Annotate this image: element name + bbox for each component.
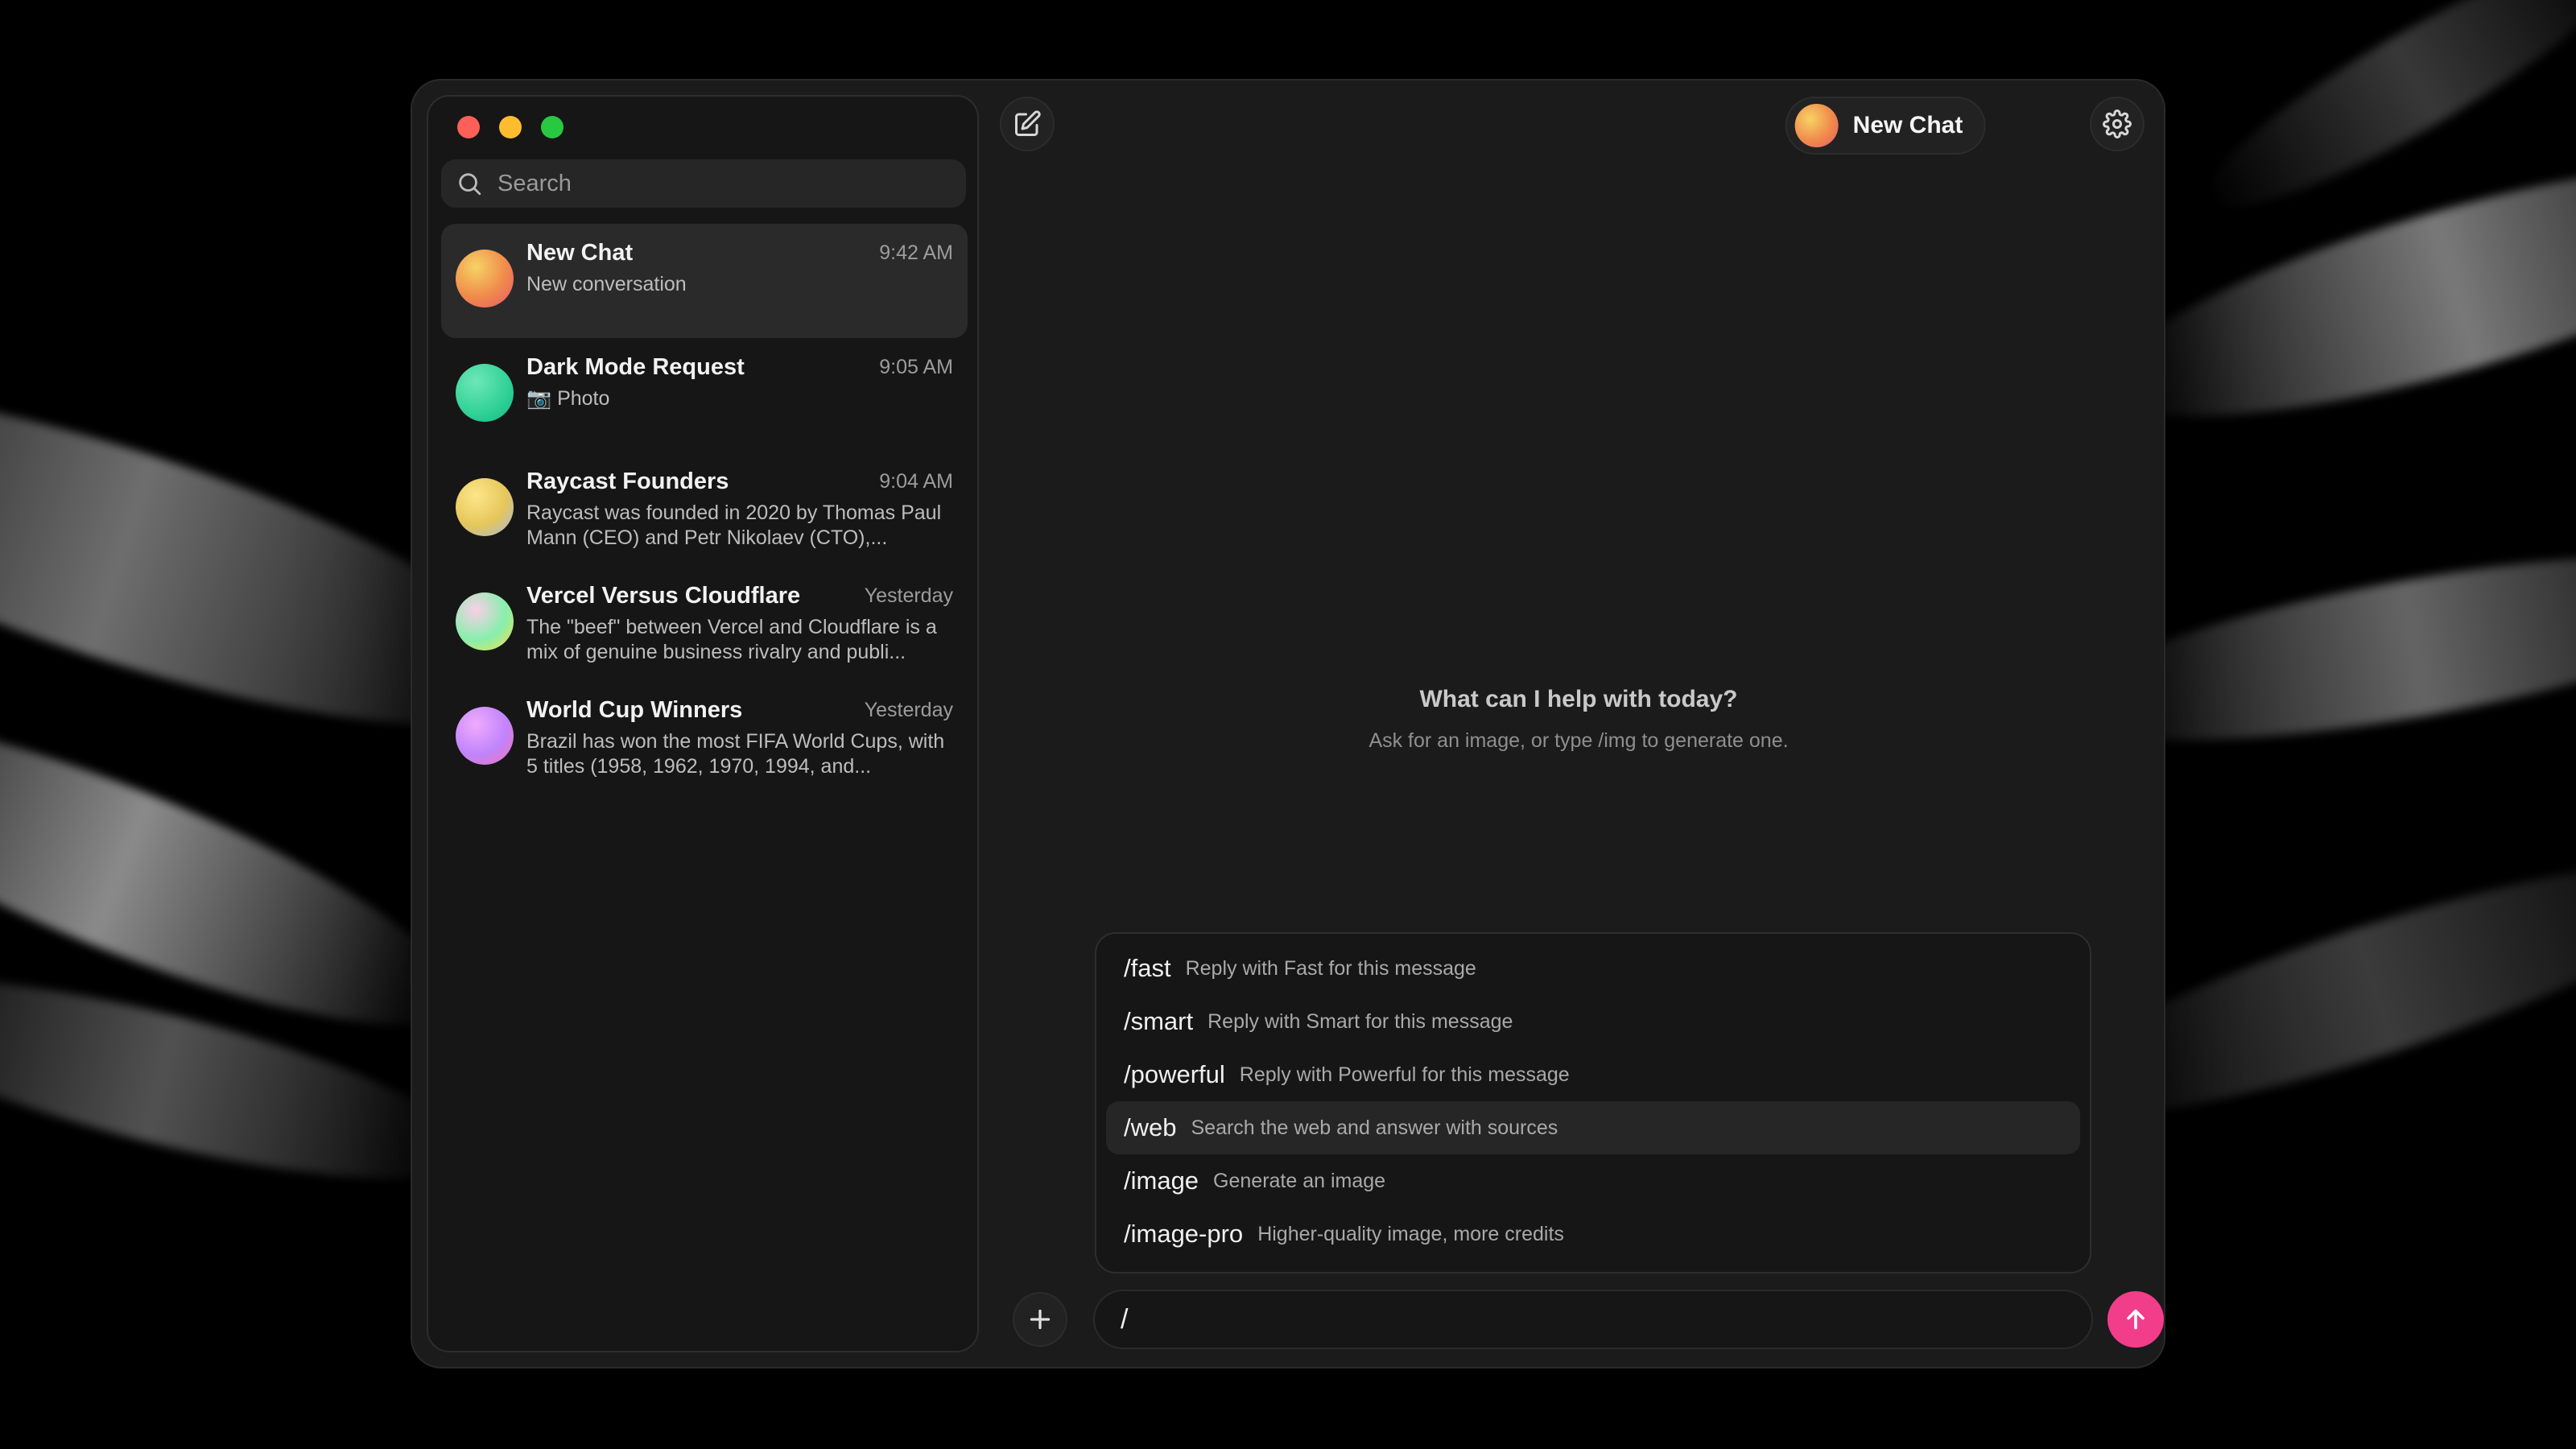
command-description: Generate an image (1213, 1169, 1386, 1192)
chat-avatar (456, 250, 514, 308)
command-item[interactable]: /smart Reply with Smart for this message (1106, 995, 2080, 1048)
window-controls (457, 116, 564, 138)
sidebar: New Chat 9:42 AM New conversation Dark Mode… (427, 95, 979, 1352)
app-window: New Chat 9:42 AM New conversation Dark Mode… (412, 80, 2164, 1367)
command-item[interactable]: /web Search the web and answer with sourc… (1106, 1101, 2080, 1154)
command-description: Reply with Fast for this message (1185, 956, 1476, 980)
empty-state: What can I help with today? Ask for an i… (993, 686, 2164, 753)
chat-main: New Chat What can I help with today? Ask… (993, 80, 2164, 1367)
command-item[interactable]: /image-pro Higher-quality image, more cre… (1106, 1208, 2080, 1261)
chat-item-time: 9:05 AM (879, 356, 953, 378)
plus-icon (1030, 1309, 1051, 1330)
chat-list-item[interactable]: Raycast Founders 9:04 AM Raycast was found… (441, 452, 968, 567)
command-name: /smart (1124, 1007, 1194, 1035)
new-chat-button[interactable] (1001, 98, 1053, 150)
zoom-window-button[interactable] (541, 116, 564, 138)
gear-icon (2103, 109, 2132, 138)
command-description: Reply with Smart for this message (1208, 1009, 1513, 1033)
minimize-window-button[interactable] (499, 116, 522, 138)
command-name: /web (1124, 1113, 1177, 1141)
chat-item-time: 9:04 AM (879, 470, 953, 493)
chat-list-item[interactable]: Dark Mode Request 9:05 AM 📷 Photo (441, 338, 968, 452)
chat-item-preview: 📷 Photo (526, 387, 610, 410)
chat-avatar (456, 364, 514, 422)
attach-button[interactable] (1014, 1294, 1066, 1345)
message-composer[interactable] (1095, 1291, 2091, 1348)
chat-avatar (456, 592, 514, 650)
command-name: /image (1124, 1166, 1199, 1195)
chat-item-preview: The "beef" between Vercel and Cloudflare… (526, 616, 937, 663)
close-window-button[interactable] (457, 116, 480, 138)
chat-title: New Chat (1852, 112, 1963, 138)
chat-item-title: Vercel Versus Cloudflare (526, 583, 801, 609)
slash-command-menu: /fast Reply with Fast for this message/sm… (1095, 932, 2091, 1274)
command-name: /powerful (1124, 1060, 1225, 1088)
send-button[interactable] (2107, 1291, 2164, 1348)
arrow-up-icon (2127, 1309, 2145, 1330)
chat-item-title: World Cup Winners (526, 697, 743, 723)
chat-item-time: 9:42 AM (879, 242, 953, 264)
chat-item-time: Yesterday (864, 584, 953, 607)
search-icon (459, 173, 481, 196)
search-bar[interactable] (441, 159, 966, 208)
chat-item-title: Dark Mode Request (526, 354, 745, 380)
command-item[interactable]: /fast Reply with Fast for this message (1106, 942, 2080, 995)
chat-list-item[interactable]: Vercel Versus Cloudflare Yesterday The "be… (441, 567, 968, 681)
command-description: Reply with Powerful for this message (1239, 1063, 1570, 1086)
chat-item-preview: Raycast was founded in 2020 by Thomas Pa… (526, 502, 942, 549)
search-input[interactable] (496, 169, 950, 198)
chat-avatar (456, 707, 514, 765)
settings-button[interactable] (2091, 98, 2143, 150)
chat-item-title: New Chat (526, 240, 634, 266)
chat-avatar (1794, 104, 1839, 147)
chat-avatar (456, 478, 514, 536)
chat-item-preview: New conversation (526, 273, 687, 295)
command-description: Search the web and answer with sources (1191, 1116, 1558, 1139)
chat-list-item[interactable]: World Cup Winners Yesterday Brazil has won… (441, 681, 968, 795)
chat-item-preview: Brazil has won the most FIFA World Cups,… (526, 730, 945, 778)
command-name: /image-pro (1124, 1220, 1244, 1248)
command-item[interactable]: /powerful Reply with Powerful for this me… (1106, 1048, 2080, 1101)
chat-list: New Chat 9:42 AM New conversation Dark Mode… (441, 224, 968, 795)
empty-state-heading: What can I help with today? (1419, 686, 1738, 712)
chat-item-time: Yesterday (864, 699, 953, 721)
message-input[interactable] (1119, 1302, 2067, 1336)
command-item[interactable]: /image Generate an image (1106, 1154, 2080, 1208)
compose-icon (1015, 110, 1041, 136)
chat-title-pill[interactable]: New Chat (1786, 98, 1984, 153)
command-description: Higher-quality image, more credits (1257, 1222, 1564, 1245)
chat-list-item[interactable]: New Chat 9:42 AM New conversation (441, 224, 968, 338)
chat-item-title: Raycast Founders (526, 469, 729, 494)
command-name: /fast (1124, 954, 1171, 982)
empty-state-hint: Ask for an image, or type /img to genera… (1368, 729, 1789, 752)
